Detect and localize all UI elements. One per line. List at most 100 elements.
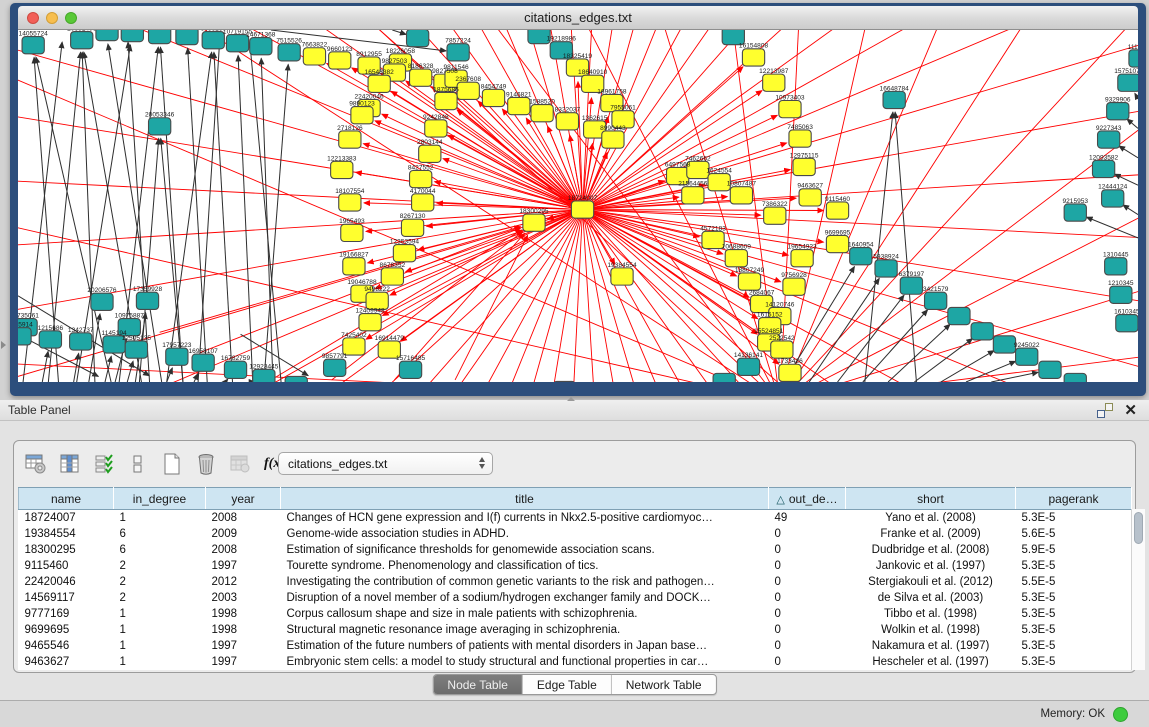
graph-node[interactable] bbox=[149, 30, 171, 44]
cell[interactable]: Estimation of significance thresholds fo… bbox=[281, 542, 769, 558]
graph-node[interactable] bbox=[393, 245, 415, 262]
graph-node[interactable] bbox=[793, 158, 815, 175]
graph-node[interactable] bbox=[799, 189, 821, 206]
graph-node[interactable] bbox=[253, 369, 275, 382]
graph-node[interactable] bbox=[611, 268, 633, 285]
graph-node[interactable] bbox=[771, 341, 793, 358]
table-row[interactable]: 1938455462009Genome-wide association stu… bbox=[19, 526, 1132, 542]
graph-node[interactable] bbox=[136, 292, 158, 309]
graph-node[interactable] bbox=[457, 82, 479, 99]
cell[interactable]: 1998 bbox=[206, 606, 281, 622]
graph-node[interactable] bbox=[412, 194, 434, 211]
graph-node[interactable] bbox=[1110, 286, 1132, 303]
cell[interactable]: Tourette syndrome. Phenomenology and cla… bbox=[281, 558, 769, 574]
graph-node[interactable] bbox=[435, 92, 457, 109]
cell[interactable]: 19384554 bbox=[19, 526, 114, 542]
graph-node[interactable] bbox=[883, 91, 905, 108]
cell[interactable]: 49 bbox=[769, 510, 846, 526]
graph-node[interactable] bbox=[764, 207, 786, 224]
cell[interactable]: Investigating the contribution of common… bbox=[281, 574, 769, 590]
panel-resize-grip[interactable] bbox=[567, 397, 575, 401]
graph-node[interactable] bbox=[850, 248, 872, 265]
graph-node[interactable] bbox=[166, 348, 188, 365]
graph-node[interactable] bbox=[925, 292, 947, 309]
cell[interactable]: 1998 bbox=[206, 622, 281, 638]
column-header-title[interactable]: title bbox=[281, 488, 769, 510]
graph-node[interactable] bbox=[368, 75, 390, 92]
cell[interactable]: 0 bbox=[769, 574, 846, 590]
cell[interactable]: 2003 bbox=[206, 590, 281, 606]
cell[interactable]: de Silva et al. (2003) bbox=[846, 590, 1016, 606]
graph-node[interactable] bbox=[826, 202, 848, 219]
cell[interactable]: Changes of HCN gene expression and I(f) … bbox=[281, 510, 769, 526]
vertical-scrollbar[interactable] bbox=[1131, 509, 1145, 670]
select-all-icon[interactable] bbox=[92, 452, 116, 476]
table-row[interactable]: 969969511998Structural magnetic resonanc… bbox=[19, 622, 1132, 638]
cell[interactable]: Disruption of a novel member of a sodium… bbox=[281, 590, 769, 606]
cell[interactable]: Franke et al. (2009) bbox=[846, 526, 1016, 542]
graph-node[interactable] bbox=[278, 44, 300, 61]
graph-node[interactable] bbox=[523, 214, 545, 231]
graph-node[interactable] bbox=[250, 38, 272, 55]
cell[interactable]: 2008 bbox=[206, 510, 281, 526]
graph-node[interactable] bbox=[285, 376, 307, 382]
cell[interactable]: 2009 bbox=[206, 526, 281, 542]
row-height-icon[interactable] bbox=[126, 452, 150, 476]
graph-node[interactable] bbox=[407, 30, 429, 47]
graph-node[interactable] bbox=[1102, 190, 1124, 207]
column-header-in_degree[interactable]: in_degree bbox=[114, 488, 206, 510]
column-header-year[interactable]: year bbox=[206, 488, 281, 510]
column-header-short[interactable]: short bbox=[846, 488, 1016, 510]
cell[interactable]: 6 bbox=[114, 542, 206, 558]
graph-node[interactable] bbox=[1092, 160, 1114, 177]
graph-node[interactable] bbox=[1118, 74, 1138, 91]
graph-node[interactable] bbox=[531, 105, 553, 122]
graph-node[interactable] bbox=[71, 32, 93, 49]
graph-node[interactable] bbox=[410, 69, 432, 86]
graph-node[interactable] bbox=[1064, 373, 1086, 382]
cell[interactable]: 5.6E-5 bbox=[1016, 526, 1132, 542]
table-row[interactable]: 2242004622012Investigating the contribut… bbox=[19, 574, 1132, 590]
graph-node[interactable] bbox=[737, 358, 759, 375]
graph-node[interactable] bbox=[91, 293, 113, 310]
graph-node[interactable] bbox=[900, 277, 922, 294]
cell[interactable]: 0 bbox=[769, 622, 846, 638]
table-row[interactable]: 1830029562008Estimation of significance … bbox=[19, 542, 1132, 558]
table-row[interactable]: 977716911998Corpus callosum shape and si… bbox=[19, 606, 1132, 622]
graph-node[interactable] bbox=[779, 101, 801, 118]
cell[interactable]: Hescheler et al. (1997) bbox=[846, 654, 1016, 670]
cell[interactable]: 5.3E-5 bbox=[1016, 606, 1132, 622]
column-header-pagerank[interactable]: pagerank bbox=[1016, 488, 1132, 510]
cell[interactable]: 1997 bbox=[206, 558, 281, 574]
graph-node[interactable] bbox=[401, 219, 423, 236]
cell[interactable]: 0 bbox=[769, 638, 846, 654]
cell[interactable]: Yano et al. (2008) bbox=[846, 510, 1016, 526]
cell[interactable]: 5.3E-5 bbox=[1016, 510, 1132, 526]
column-header-name[interactable]: name bbox=[19, 488, 114, 510]
cell[interactable]: 9115460 bbox=[19, 558, 114, 574]
cell[interactable]: 2 bbox=[114, 558, 206, 574]
cell[interactable]: 0 bbox=[769, 526, 846, 542]
table-row[interactable]: 946554611997Estimation of the future num… bbox=[19, 638, 1132, 654]
tab-edge-table[interactable]: Edge Table bbox=[523, 675, 612, 694]
cell[interactable]: 0 bbox=[769, 542, 846, 558]
graph-node[interactable] bbox=[339, 131, 361, 148]
graph-node[interactable] bbox=[1016, 348, 1038, 365]
graph-node[interactable] bbox=[149, 118, 171, 135]
graph-node[interactable] bbox=[571, 201, 593, 218]
network-window-titlebar[interactable]: citations_edges.txt bbox=[18, 6, 1138, 30]
graph-node[interactable] bbox=[730, 187, 752, 204]
graph-node[interactable] bbox=[682, 187, 704, 204]
float-panel-icon[interactable] bbox=[1097, 403, 1113, 418]
cell[interactable]: Tibbo et al. (1998) bbox=[846, 606, 1016, 622]
cell[interactable]: Stergiakouli et al. (2012) bbox=[846, 574, 1016, 590]
cell[interactable]: 2012 bbox=[206, 574, 281, 590]
graph-node[interactable] bbox=[359, 314, 381, 331]
column-header-out_de[interactable]: △out_de… bbox=[769, 488, 846, 510]
collapsed-panel-arrow-icon[interactable] bbox=[1, 341, 6, 349]
cell[interactable]: 0 bbox=[769, 590, 846, 606]
graph-node[interactable] bbox=[713, 373, 735, 382]
graph-node[interactable] bbox=[789, 130, 811, 147]
cell[interactable]: 5.5E-5 bbox=[1016, 574, 1132, 590]
graph-node[interactable] bbox=[381, 268, 403, 285]
